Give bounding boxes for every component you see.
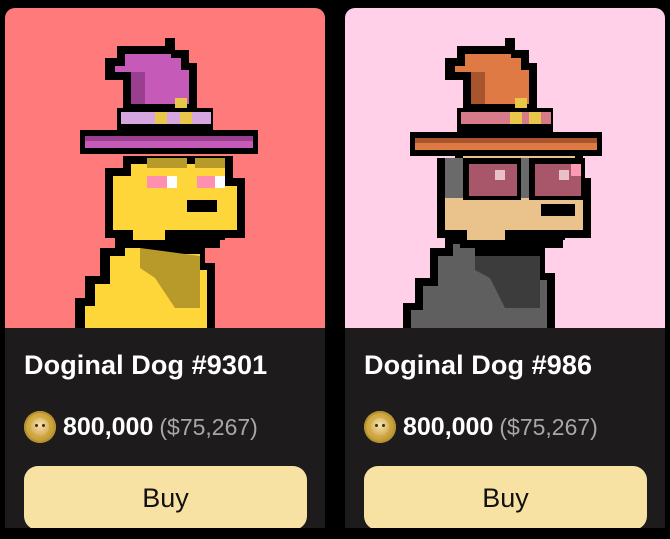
nft-title: Doginal Dog #986 (364, 350, 593, 380)
pixel-dog-wizard-art (345, 8, 665, 328)
price-usd: ($75,267) (499, 413, 598, 440)
bottom-edge (0, 528, 670, 539)
price-row: 800,000 ($75,267) (364, 410, 598, 444)
price-doge: 800,000 (63, 412, 154, 441)
buy-button[interactable]: Buy (364, 466, 647, 530)
dogecoin-icon (24, 411, 56, 443)
price-row: 800,000 ($75,267) (24, 410, 258, 444)
pixel-dog-wizard-art (5, 8, 325, 328)
nft-image-986[interactable] (345, 8, 665, 328)
nft-title: Doginal Dog #9301 (24, 350, 268, 380)
nft-card-986[interactable]: Doginal Dog #986 800,000 ($75,267) Buy (345, 8, 665, 539)
price-doge: 800,000 (403, 412, 494, 441)
price-usd: ($75,267) (159, 413, 258, 440)
nft-card-9301[interactable]: Doginal Dog #9301 800,000 ($75,267) Buy (5, 8, 325, 539)
dogecoin-icon (364, 411, 396, 443)
nft-image-9301[interactable] (5, 8, 325, 328)
buy-button[interactable]: Buy (24, 466, 307, 530)
